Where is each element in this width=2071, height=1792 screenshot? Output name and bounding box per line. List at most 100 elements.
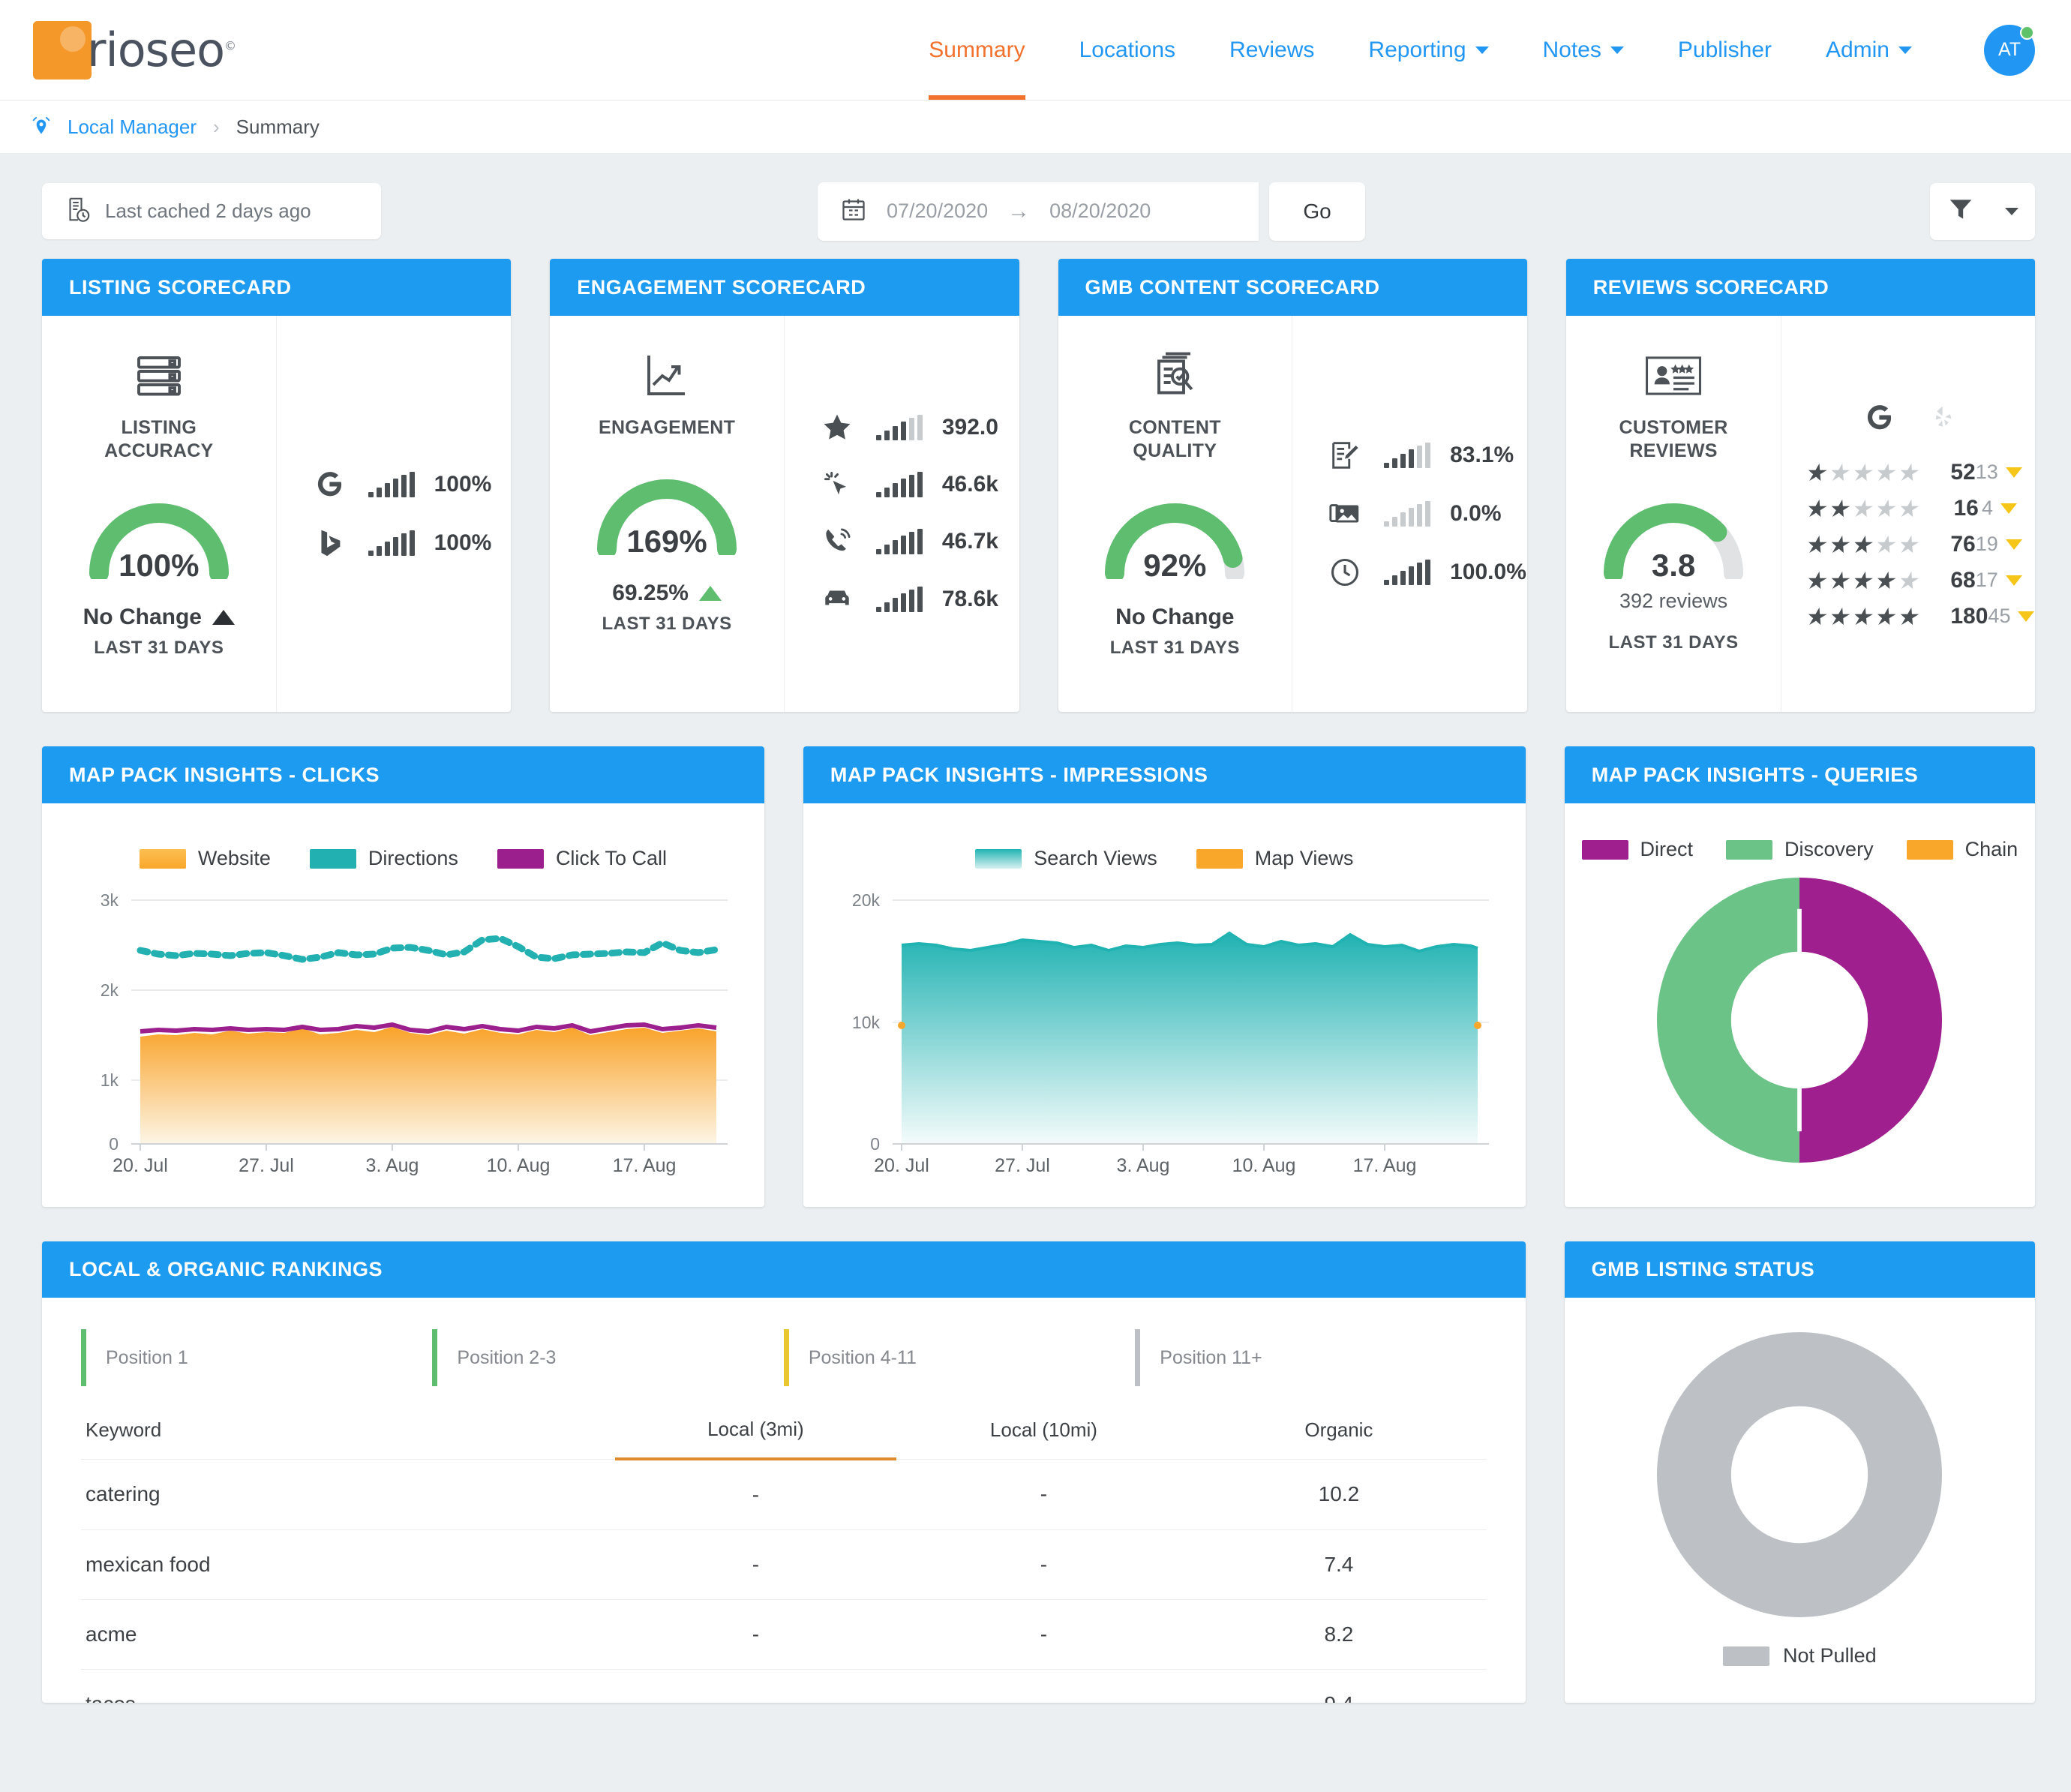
legend-discovery[interactable]: Discovery: [1726, 838, 1874, 861]
engagement-period: LAST 31 DAYS: [602, 614, 731, 635]
cache-document-icon: [65, 195, 92, 227]
reviews-scorecard-title: REVIEWS SCORECARD: [1566, 259, 2035, 316]
star-icon: [818, 411, 857, 444]
rating-row-3: ★★★★★ 76 19: [1804, 532, 2017, 557]
not-pulled-label: Not Pulled: [1783, 1644, 1877, 1667]
listing-gauge-value: 100%: [77, 548, 242, 584]
content-quality-gauge: 92%: [1092, 489, 1257, 579]
avatar-initials: AT: [1998, 39, 2021, 61]
star-rating: ★★★★★: [1804, 605, 1950, 629]
photos-icon: [1325, 497, 1364, 531]
chevron-down-icon: [1610, 47, 1624, 54]
nav-item-reporting[interactable]: Reporting: [1341, 0, 1515, 100]
rating-count-3: 76: [1950, 532, 1975, 557]
date-range-field[interactable]: 07/20/2020 → 08/20/2020: [818, 182, 1259, 241]
trend-up-icon: [699, 586, 722, 601]
google-icon[interactable]: [1862, 401, 1896, 439]
table-row[interactable]: catering - - 10.2: [81, 1459, 1487, 1530]
rating-count-2: 16: [1950, 496, 1982, 521]
rankings-table: Keyword Local (3mi) Local (10mi) Organic…: [81, 1418, 1487, 1703]
svg-text:17. Aug: 17. Aug: [613, 1155, 677, 1176]
cell-local-3mi: -: [615, 1670, 896, 1703]
column-local-3mi[interactable]: Local (3mi): [615, 1418, 896, 1459]
column-organic[interactable]: Organic: [1191, 1418, 1486, 1459]
signal-bars-icon: [368, 472, 415, 497]
rio-seo-logo[interactable]: rioseo©: [33, 21, 236, 80]
queries-legend: Direct Discovery Chain: [1580, 838, 2020, 861]
nav-item-admin[interactable]: Admin: [1799, 0, 1939, 100]
cell-local-3mi: -: [615, 1600, 896, 1670]
rating-row-5: ★★★★★ 180 45: [1804, 604, 2017, 629]
nav-item-reviews[interactable]: Reviews: [1202, 0, 1341, 100]
legend-chain[interactable]: Chain: [1907, 838, 2018, 861]
rating-delta-5: 45: [1988, 605, 2034, 628]
filter-button[interactable]: [1930, 183, 2035, 240]
impressions-chart-plot: 20k 10k 0 20. Jul 27. Jul 3. Aug 10. Aug…: [829, 878, 1503, 1185]
nav-item-locations[interactable]: Locations: [1052, 0, 1202, 100]
legend-search-views[interactable]: Search Views: [975, 847, 1157, 870]
engagement-driving-row: 78.6k: [818, 582, 1000, 617]
yelp-icon[interactable]: [1928, 401, 1959, 439]
content-change: No Change: [1115, 605, 1234, 630]
listing-status-donut-chart: [1657, 1332, 1942, 1617]
server-stack-icon: [132, 346, 186, 406]
rating-count-5: 180: [1950, 604, 1988, 629]
svg-text:27. Jul: 27. Jul: [995, 1155, 1050, 1176]
cache-status-text: Last cached 2 days ago: [105, 200, 311, 223]
go-button[interactable]: Go: [1269, 182, 1365, 241]
svg-text:20. Jul: 20. Jul: [113, 1155, 168, 1176]
date-end-value[interactable]: 08/20/2020: [1049, 200, 1151, 223]
nav-item-summary[interactable]: Summary: [902, 0, 1052, 100]
trend-down-icon: [2006, 539, 2022, 550]
table-row[interactable]: acme - - 8.2: [81, 1600, 1487, 1670]
status-legend[interactable]: Not Pulled: [1723, 1644, 1877, 1667]
listing-google-value: 100%: [434, 472, 492, 497]
svg-text:27. Jul: 27. Jul: [239, 1155, 294, 1176]
trend-up-icon: [212, 610, 235, 625]
cell-organic: 9.4: [1191, 1670, 1486, 1703]
table-header-row: Keyword Local (3mi) Local (10mi) Organic: [81, 1418, 1487, 1459]
review-sources: [1804, 401, 2017, 439]
column-local-10mi[interactable]: Local (10mi): [896, 1418, 1191, 1459]
position-legend-1: Position 1: [81, 1329, 432, 1386]
column-keyword[interactable]: Keyword: [81, 1418, 615, 1459]
legend-directions[interactable]: Directions: [310, 847, 458, 870]
rating-row-4: ★★★★★ 68 17: [1804, 568, 2017, 593]
map-views-swatch: [1196, 849, 1243, 869]
rating-row-2: ★★★★★ 16 4: [1804, 496, 2017, 521]
legend-map-views[interactable]: Map Views: [1196, 847, 1354, 870]
star-rating: ★★★★★: [1804, 461, 1950, 485]
table-row[interactable]: mexican food - - 7.4: [81, 1530, 1487, 1600]
avatar[interactable]: AT: [1984, 25, 2035, 76]
cell-keyword: tacos: [81, 1670, 615, 1703]
directions-swatch: [310, 849, 356, 869]
bottom-row: LOCAL & ORGANIC RANKINGS Position 1 Posi…: [0, 1241, 2071, 1703]
nav-item-notes[interactable]: Notes: [1516, 0, 1651, 100]
logo-mark-icon: [33, 21, 92, 80]
svg-text:3k: 3k: [101, 890, 119, 910]
top-navigation-bar: rioseo© Summary Locations Reviews Report…: [0, 0, 2071, 100]
legend-click-to-call[interactable]: Click To Call: [497, 847, 667, 870]
table-row[interactable]: tacos - - 9.4: [81, 1670, 1487, 1703]
nav-item-publisher[interactable]: Publisher: [1651, 0, 1799, 100]
date-range-picker[interactable]: 07/20/2020 → 08/20/2020 Go: [818, 182, 1365, 241]
click-icon: [818, 468, 857, 501]
legend-website[interactable]: Website: [140, 847, 271, 870]
review-card-icon: [1645, 346, 1702, 406]
position-legend-4: Position 11+: [1135, 1329, 1486, 1386]
listing-bing-row: 100%: [310, 526, 492, 560]
legend-direct[interactable]: Direct: [1582, 838, 1694, 861]
reviews-gauge-value: 3.8: [1591, 548, 1756, 584]
impressions-legend: Search Views Map Views: [829, 847, 1500, 870]
signal-bars-icon: [1384, 560, 1430, 585]
content-hours-row: 100.0%: [1325, 555, 1508, 590]
breadcrumb-local-manager[interactable]: Local Manager: [68, 116, 197, 139]
svg-text:3. Aug: 3. Aug: [1116, 1155, 1169, 1176]
clock-icon: [1325, 555, 1364, 590]
listing-scorecard-card: LISTING SCORECARD LISTINGACCURACY 100%: [42, 259, 511, 712]
date-start-value[interactable]: 07/20/2020: [887, 200, 988, 223]
map-pack-queries-title: MAP PACK INSIGHTS - QUERIES: [1565, 746, 2035, 803]
listing-metric-label: LISTINGACCURACY: [104, 416, 213, 464]
content-period: LAST 31 DAYS: [1110, 638, 1240, 659]
car-icon: [818, 582, 857, 617]
